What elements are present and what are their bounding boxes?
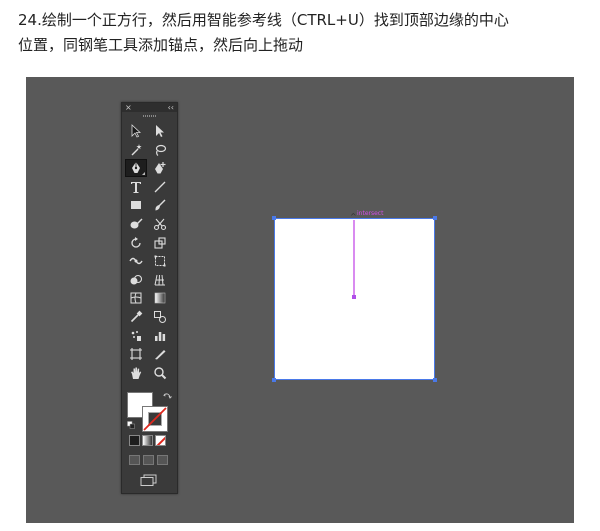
column-graph-tool-icon[interactable]	[150, 327, 172, 345]
default-colors-icon[interactable]	[127, 421, 135, 429]
direct-selection-tool-icon[interactable]	[150, 122, 172, 140]
rotate-tool-icon[interactable]	[125, 234, 147, 252]
perspective-grid-tool-icon[interactable]	[150, 271, 172, 289]
smart-guide-label: intersect	[357, 210, 384, 217]
anchor-point-bottom-left[interactable]	[272, 378, 276, 382]
tools-panel: × ‹‹	[121, 102, 178, 494]
color-mode-buttons	[129, 435, 166, 446]
line-segment-tool-icon[interactable]	[150, 178, 172, 196]
swap-fill-stroke-icon[interactable]	[163, 392, 172, 401]
type-tool-icon[interactable]	[125, 178, 147, 196]
free-transform-tool-icon[interactable]	[150, 252, 172, 270]
caption-line-2: 位置，同钢笔工具添加锚点，然后向上拖动	[18, 36, 304, 54]
pen-tool-icon[interactable]	[125, 159, 147, 178]
lasso-tool-icon[interactable]	[150, 141, 172, 159]
color-mode-button[interactable]	[129, 435, 140, 446]
caption-line-1: 24.绘制一个正方行，然后用智能参考线（CTRL+U）找到顶部边缘的中心	[18, 11, 509, 29]
panel-grip-handle[interactable]	[122, 112, 177, 119]
rectangle-tool-icon[interactable]	[125, 196, 147, 214]
artboard-tool-icon[interactable]	[125, 345, 147, 363]
draw-behind-button[interactable]	[143, 455, 154, 465]
width-tool-icon[interactable]	[125, 252, 147, 270]
add-anchor-point-tool-icon[interactable]	[150, 159, 171, 177]
pen-cursor-icon: ^	[350, 212, 357, 221]
gradient-tool-icon[interactable]	[150, 289, 172, 307]
step-caption: 24.绘制一个正方行，然后用智能参考线（CTRL+U）找到顶部边缘的中心 位置，…	[18, 8, 588, 58]
scale-tool-icon[interactable]	[150, 234, 172, 252]
draw-inside-button[interactable]	[157, 455, 168, 465]
symbol-sprayer-tool-icon[interactable]	[125, 327, 147, 345]
drag-guide-line	[353, 220, 355, 297]
tool-grid	[125, 122, 174, 382]
draw-normal-button[interactable]	[129, 455, 140, 465]
screen-mode-icon[interactable]	[139, 474, 159, 486]
gradient-mode-button[interactable]	[142, 435, 153, 446]
eyedropper-tool-icon[interactable]	[125, 308, 147, 326]
shape-builder-tool-icon[interactable]	[125, 271, 147, 289]
hand-tool-icon[interactable]	[125, 364, 147, 382]
stroke-swatch[interactable]	[142, 406, 168, 432]
none-mode-button[interactable]	[155, 435, 166, 446]
magic-wand-tool-icon[interactable]	[125, 141, 147, 159]
slice-tool-icon[interactable]	[150, 345, 172, 363]
scissors-tool-icon[interactable]	[150, 215, 172, 233]
panel-close-icon[interactable]: ×	[125, 103, 132, 112]
drawing-modes	[129, 455, 168, 465]
blend-tool-icon[interactable]	[150, 308, 172, 326]
anchor-point-top-left[interactable]	[272, 216, 276, 220]
paintbrush-tool-icon[interactable]	[150, 196, 172, 214]
zoom-tool-icon[interactable]	[150, 364, 172, 382]
panel-collapse-icon[interactable]: ‹‹	[168, 103, 174, 112]
tools-panel-titlebar: × ‹‹	[122, 103, 177, 112]
selection-tool-icon[interactable]	[125, 122, 147, 140]
mesh-tool-icon[interactable]	[125, 289, 147, 307]
anchor-point-bottom-right[interactable]	[433, 378, 437, 382]
dragged-anchor-point[interactable]	[352, 295, 356, 299]
blob-brush-tool-icon[interactable]	[125, 215, 147, 233]
fill-stroke-controls	[125, 390, 174, 450]
anchor-point-top-right[interactable]	[433, 216, 437, 220]
illustrator-canvas[interactable]: × ‹‹ ^ intersect	[26, 77, 574, 523]
